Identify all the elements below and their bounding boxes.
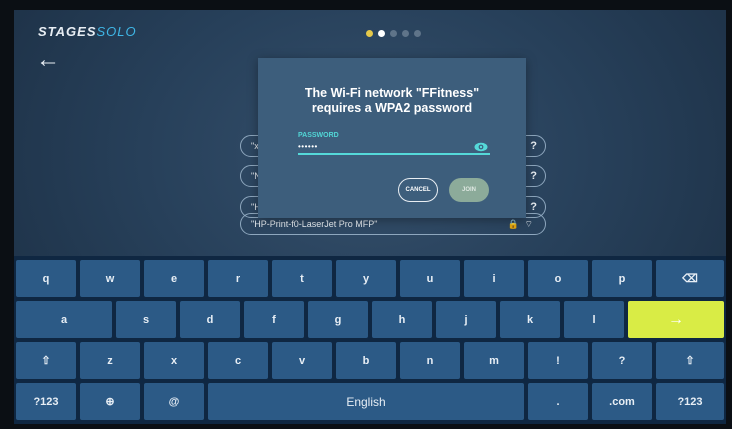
signal-unknown-icon: ? xyxy=(530,140,537,152)
key-f[interactable]: f xyxy=(244,301,304,338)
shift-key-right-icon[interactable]: ⇧ xyxy=(656,342,724,379)
lock-icon: 🔒 xyxy=(507,218,519,229)
symbols-key[interactable]: ?123 xyxy=(16,383,76,420)
brand-logo: STAGESSOLO xyxy=(38,24,137,39)
step-indicator xyxy=(366,30,421,37)
step-dot xyxy=(414,30,421,37)
key-m[interactable]: m xyxy=(464,342,524,379)
key-z[interactable]: z xyxy=(80,342,140,379)
shift-key-icon[interactable]: ⇧ xyxy=(16,342,76,379)
key-w[interactable]: w xyxy=(80,260,140,297)
key-k[interactable]: k xyxy=(500,301,560,338)
key-period[interactable]: . xyxy=(528,383,588,420)
enter-arrow-key[interactable]: → xyxy=(628,301,724,338)
key-a[interactable]: a xyxy=(16,301,112,338)
step-dot-current xyxy=(378,30,385,37)
back-arrow-icon[interactable]: ← xyxy=(36,48,60,72)
step-dot xyxy=(390,30,397,37)
key-t[interactable]: t xyxy=(272,260,332,297)
key-p[interactable]: p xyxy=(592,260,652,297)
key-e[interactable]: e xyxy=(144,260,204,297)
symbols-key-right[interactable]: ?123 xyxy=(656,383,724,420)
brand-logo-part2: SOLO xyxy=(96,24,137,39)
step-dot-complete xyxy=(366,30,373,37)
key-x[interactable]: x xyxy=(144,342,204,379)
password-underline xyxy=(298,153,490,155)
key-exclamation[interactable]: ! xyxy=(528,342,588,379)
globe-language-icon[interactable]: ⊕ xyxy=(80,383,140,420)
key-dotcom[interactable]: .com xyxy=(592,383,652,420)
cancel-button[interactable]: CANCEL xyxy=(398,178,438,202)
wifi-signal-icon: ⌔ xyxy=(524,218,533,229)
key-r[interactable]: r xyxy=(208,260,268,297)
on-screen-keyboard: q w e r t y u i o p ⌫ a s d f g h j k l … xyxy=(14,256,726,424)
key-c[interactable]: c xyxy=(208,342,268,379)
key-v[interactable]: v xyxy=(272,342,332,379)
key-o[interactable]: o xyxy=(528,260,588,297)
key-h[interactable]: h xyxy=(372,301,432,338)
wifi-password-dialog: The Wi-Fi network "FFitness" requires a … xyxy=(258,58,526,218)
signal-unknown-icon: ? xyxy=(530,170,537,182)
show-password-eye-icon[interactable] xyxy=(474,140,488,154)
brand-logo-part1: STAGES xyxy=(38,24,97,39)
step-dot xyxy=(402,30,409,37)
key-n[interactable]: n xyxy=(400,342,460,379)
key-question[interactable]: ? xyxy=(592,342,652,379)
app-screen: STAGESSOLO ← "xf ? "N ? "H ? "HP-Print-f… xyxy=(14,10,726,424)
spacebar[interactable]: English xyxy=(208,383,524,420)
key-u[interactable]: u xyxy=(400,260,460,297)
key-b[interactable]: b xyxy=(336,342,396,379)
password-field[interactable]: •••••• xyxy=(298,142,318,151)
signal-unknown-icon: ? xyxy=(530,201,537,213)
dialog-title: The Wi-Fi network "FFitness" requires a … xyxy=(258,86,526,116)
key-y[interactable]: y xyxy=(336,260,396,297)
password-label: PASSWORD xyxy=(298,132,339,139)
join-button[interactable]: JOIN xyxy=(449,178,489,202)
network-name: "HP-Print-f0-LaserJet Pro MFP" xyxy=(251,219,378,229)
key-j[interactable]: j xyxy=(436,301,496,338)
key-l[interactable]: l xyxy=(564,301,624,338)
dialog-title-line2: requires a WPA2 password xyxy=(311,101,473,115)
key-s[interactable]: s xyxy=(116,301,176,338)
key-q[interactable]: q xyxy=(16,260,76,297)
key-at[interactable]: @ xyxy=(144,383,204,420)
key-i[interactable]: i xyxy=(464,260,524,297)
key-g[interactable]: g xyxy=(308,301,368,338)
dialog-title-line1: The Wi-Fi network "FFitness" xyxy=(304,86,480,100)
key-d[interactable]: d xyxy=(180,301,240,338)
backspace-key-icon[interactable]: ⌫ xyxy=(656,260,724,297)
